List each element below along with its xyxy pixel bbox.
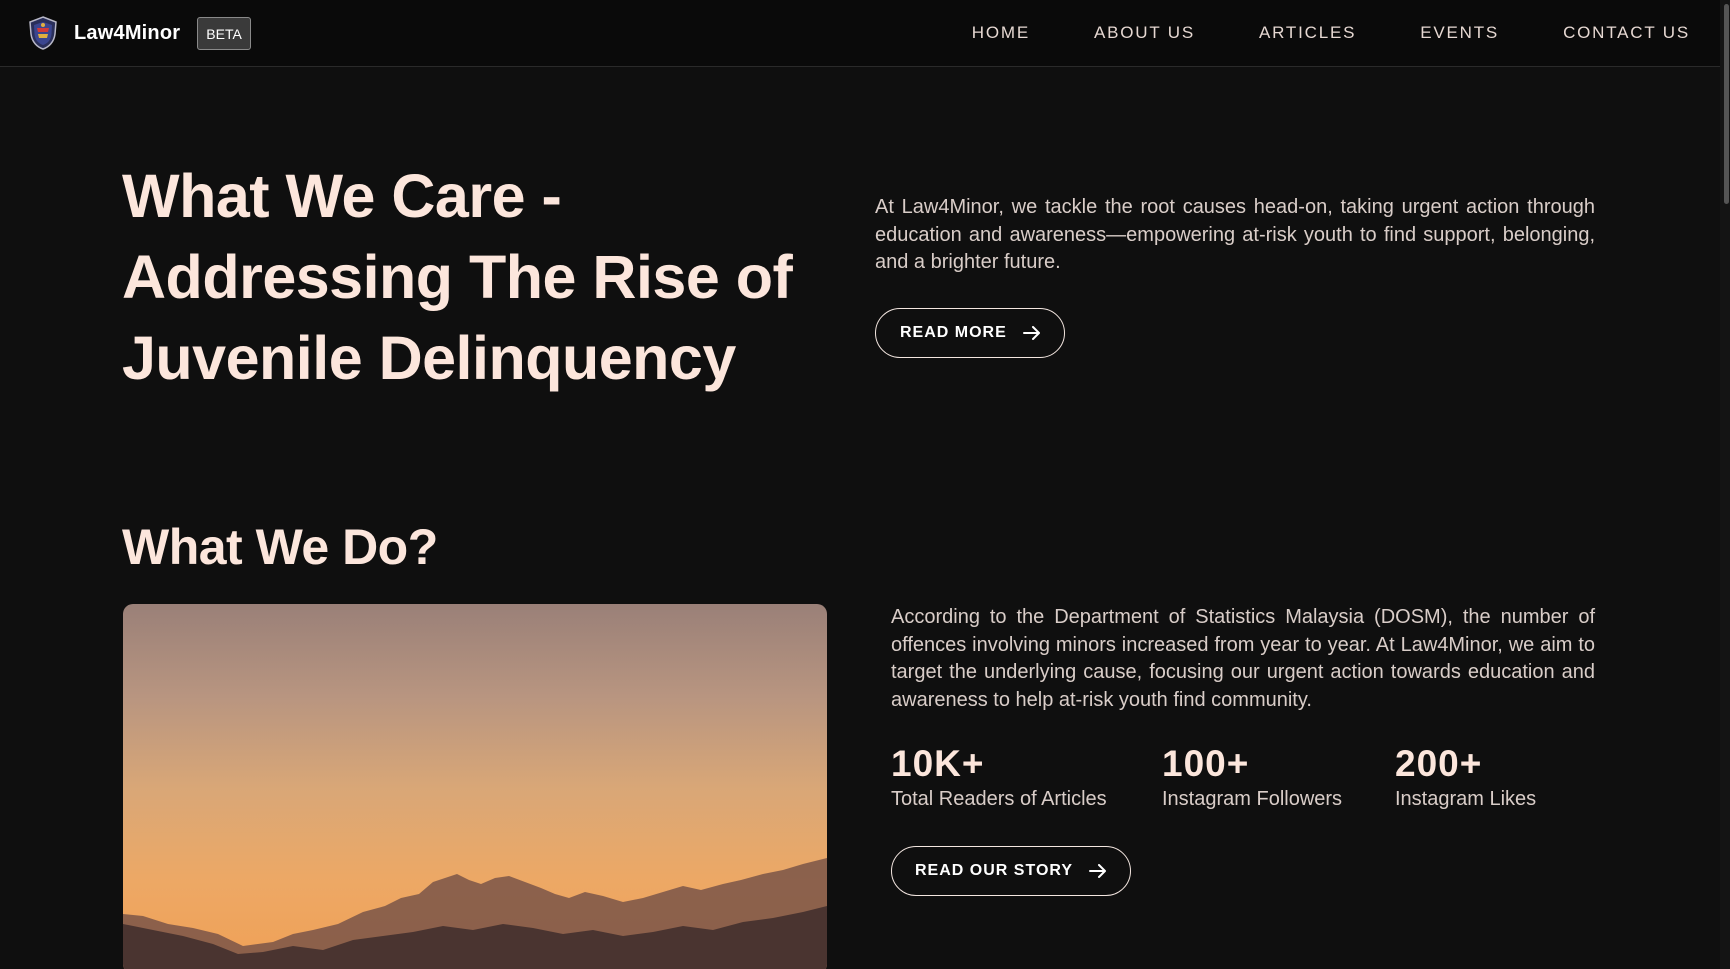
beta-badge: BETA xyxy=(197,16,251,50)
nav-about-us[interactable]: ABOUT US xyxy=(1094,23,1195,43)
nav-articles[interactable]: ARTICLES xyxy=(1259,23,1356,43)
hero-title-line-1: What We Care - xyxy=(122,162,562,230)
shield-logo-icon xyxy=(29,16,57,50)
stat-label: Total Readers of Articles xyxy=(891,788,1107,810)
what-we-do-description: According to the Department of Statistic… xyxy=(891,606,1595,711)
sunset-mountains-image xyxy=(123,604,827,969)
read-our-story-button[interactable]: READ OUR STORY xyxy=(891,846,1131,896)
arrow-right-icon xyxy=(1022,326,1040,340)
hero-title: What We Care - Addressing The Rise of Ju… xyxy=(122,156,802,399)
stat-readers: 10K+ Total Readers of Articles xyxy=(891,742,1107,811)
page-scrollbar[interactable] xyxy=(1720,0,1730,969)
nav-events[interactable]: EVENTS xyxy=(1420,23,1499,43)
read-our-story-label: READ OUR STORY xyxy=(915,862,1074,879)
stat-instagram-likes: 200+ Instagram Likes xyxy=(1395,742,1536,811)
mountain-silhouette xyxy=(123,858,827,969)
top-navbar: Law4Minor BETA HOME ABOUT US ARTICLES EV… xyxy=(0,0,1720,67)
brand-name[interactable]: Law4Minor xyxy=(74,22,180,45)
stat-label: Instagram Likes xyxy=(1395,788,1537,810)
nav-contact-us[interactable]: CONTACT US xyxy=(1563,23,1690,43)
arrow-right-icon xyxy=(1089,864,1107,878)
read-more-label: READ MORE xyxy=(900,324,1007,341)
hero-description: At Law4Minor, we tackle the root causes … xyxy=(875,196,1595,273)
scrollbar-thumb[interactable] xyxy=(1724,4,1729,204)
nav-home[interactable]: HOME xyxy=(972,23,1030,43)
what-we-do-title: What We Do? xyxy=(122,519,438,575)
stat-value: 100+ xyxy=(1162,743,1250,784)
hero-title-line-2: Addressing The Rise of xyxy=(122,243,793,311)
page: Law4Minor BETA HOME ABOUT US ARTICLES EV… xyxy=(0,0,1730,969)
stat-value: 10K+ xyxy=(891,743,985,784)
nav-links: HOME ABOUT US ARTICLES EVENTS CONTACT US xyxy=(908,0,1690,66)
stat-value: 200+ xyxy=(1395,743,1483,784)
hero-title-line-3: Juvenile Delinquency xyxy=(122,324,736,392)
stat-label: Instagram Followers xyxy=(1162,788,1343,810)
read-more-button[interactable]: READ MORE xyxy=(875,308,1065,358)
stat-instagram-followers: 100+ Instagram Followers xyxy=(1162,742,1342,811)
brand[interactable]: Law4Minor xyxy=(28,16,180,50)
